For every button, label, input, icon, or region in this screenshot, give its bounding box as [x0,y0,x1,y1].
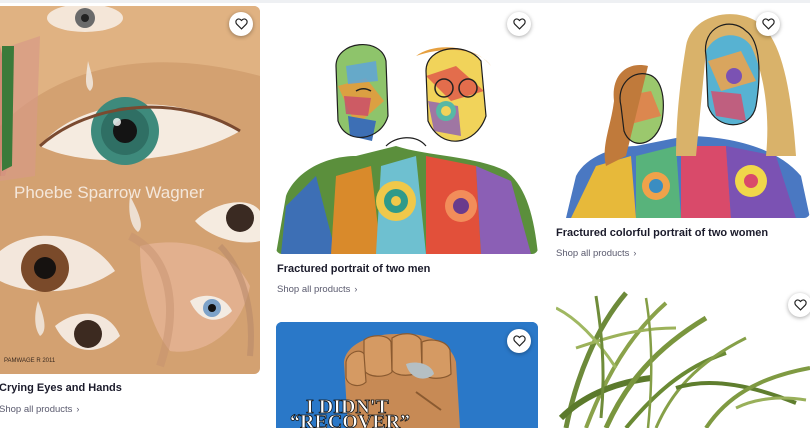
product-card-two-women[interactable]: Fractured colorful portrait of two women… [556,0,810,270]
heart-outline-icon [512,335,526,347]
product-image-crying-eyes[interactable]: Phoebe Sparrow Wagner PAMWAGE R 2011 [0,6,260,374]
painting-two-women [566,14,810,218]
chevron-right-icon: › [354,284,358,294]
product-card-recover-poster[interactable]: I DIDN'T “RECOVER” [276,322,538,428]
heart-outline-icon [761,18,775,30]
shop-all-products-link[interactable]: Shop all products › [277,284,357,295]
product-image-two-men[interactable] [276,6,538,254]
shop-link-label: Shop all products [0,404,73,415]
shop-all-products-link[interactable]: Shop all products › [0,404,79,415]
shop-all-products-link[interactable]: Shop all products › [556,248,636,259]
product-card-grass[interactable] [556,288,810,428]
artist-signature: PAMWAGE R 2011 [4,358,56,364]
favorite-button[interactable] [756,12,780,36]
heart-outline-icon [793,299,807,311]
product-card-two-men[interactable]: Fractured portrait of two men Shop all p… [276,0,538,310]
product-image-grass[interactable] [556,288,810,428]
shop-link-label: Shop all products [277,284,351,295]
product-card-crying-eyes[interactable]: Phoebe Sparrow Wagner PAMWAGE R 2011 Cry… [0,0,262,428]
product-title[interactable]: Fractured colorful portrait of two women [556,227,768,239]
painting-grass [556,288,810,428]
chevron-right-icon: › [76,404,80,414]
shop-link-label: Shop all products [556,248,630,259]
favorite-button[interactable] [229,12,253,36]
poster-fist-art: I DIDN'T “RECOVER” [276,322,538,428]
favorite-button[interactable] [788,293,810,317]
painting-crying-eyes: Phoebe Sparrow Wagner PAMWAGE R 2011 [0,6,260,374]
chevron-right-icon: › [633,248,637,258]
heart-outline-icon [234,18,248,30]
product-image-recover-poster[interactable]: I DIDN'T “RECOVER” [276,322,538,428]
painting-two-men [276,44,538,254]
product-image-two-women[interactable] [556,6,810,218]
favorite-button[interactable] [507,12,531,36]
favorite-button[interactable] [507,329,531,353]
product-title[interactable]: Crying Eyes and Hands [0,382,122,394]
heart-outline-icon [512,18,526,30]
watermark-text: Phoebe Sparrow Wagner [14,183,205,202]
poster-headline-line2: “RECOVER” [290,411,410,428]
product-title[interactable]: Fractured portrait of two men [277,263,430,275]
